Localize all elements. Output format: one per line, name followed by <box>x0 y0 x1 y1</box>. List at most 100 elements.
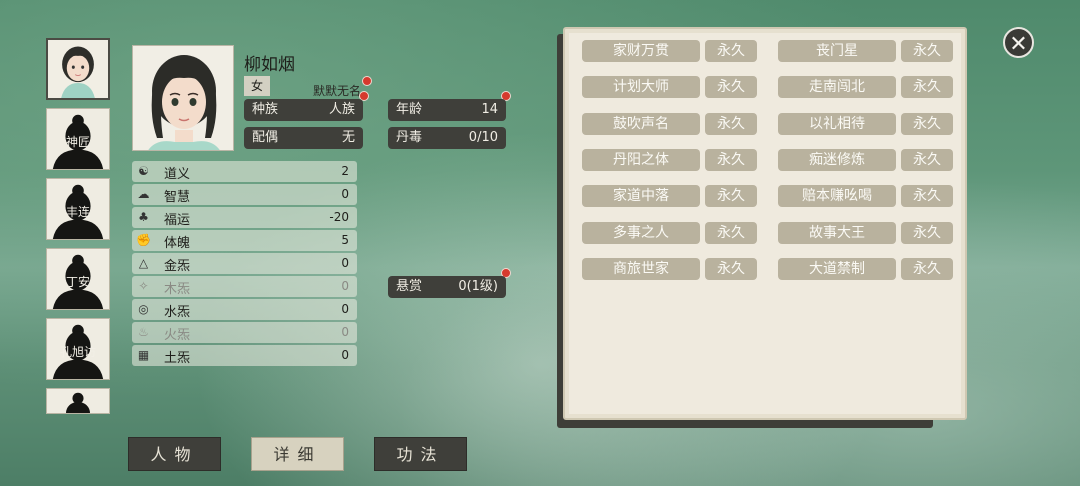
trait-duration: 永久 <box>901 185 953 207</box>
character-face-icon <box>133 46 233 150</box>
trait-duration: 永久 <box>705 222 757 244</box>
notification-dot <box>362 76 372 86</box>
trait-name[interactable]: 鼓吹声名 <box>582 113 700 135</box>
trait-name[interactable]: 家道中落 <box>582 185 700 207</box>
stat-value: 0 <box>341 325 349 339</box>
sidebar-character[interactable]: 孔旭访 <box>46 318 110 380</box>
bounty-field: 悬赏 0(1级) <box>388 276 506 298</box>
trait-duration: 永久 <box>901 40 953 62</box>
stat-label: 福运 <box>164 213 191 228</box>
race-field: 种族 人族 <box>244 99 363 121</box>
trait-duration: 永久 <box>705 185 757 207</box>
trait-duration: 永久 <box>901 76 953 98</box>
reputation-title: 默默无名 <box>313 84 362 98</box>
close-icon: ✕ <box>1009 32 1028 57</box>
trait-name[interactable]: 家财万贯 <box>582 40 700 62</box>
tab-skills[interactable]: 功法 <box>374 437 467 471</box>
stat-row: ◎ 水炁 0 <box>132 299 357 320</box>
stat-row: ✧ 木炁 0 <box>132 276 357 297</box>
fist-icon: ✊ <box>136 233 151 247</box>
trait-name[interactable]: 故事大王 <box>778 222 896 244</box>
earth-icon: ▦ <box>137 348 150 362</box>
character-silhouette-icon <box>48 389 108 413</box>
sidebar-character-name: 丰连 <box>65 205 90 219</box>
sidebar-character[interactable]: 神匠 <box>46 108 110 170</box>
close-button[interactable]: ✕ <box>1003 27 1034 58</box>
trait-name[interactable]: 丧门星 <box>778 40 896 62</box>
age-field: 年龄 14 <box>388 99 506 121</box>
stat-row: ☁ 智慧 0 <box>132 184 357 205</box>
stat-value: 0 <box>341 302 349 316</box>
stat-row: ▦ 土炁 0 <box>132 345 357 366</box>
trait-name[interactable]: 以礼相待 <box>778 113 896 135</box>
clover-icon: ♣ <box>138 210 149 224</box>
trait-duration: 永久 <box>705 258 757 280</box>
spouse-value: 无 <box>341 130 355 145</box>
sidebar-character-name: 丁安 <box>65 275 90 289</box>
trait-name[interactable]: 计划大师 <box>582 76 700 98</box>
gender-tag: 女 <box>244 76 270 96</box>
trait-name[interactable]: 丹阳之体 <box>582 149 700 171</box>
stat-label: 金炁 <box>164 259 191 274</box>
stat-value: 2 <box>341 164 349 178</box>
stat-label: 体魄 <box>164 236 191 251</box>
sidebar-character[interactable]: 丰连 <box>46 178 110 240</box>
pill-poison-value: 0/10 <box>468 130 498 145</box>
stat-row: ☯ 道义 2 <box>132 161 357 182</box>
trait-name[interactable]: 大道禁制 <box>778 258 896 280</box>
trait-duration: 永久 <box>705 40 757 62</box>
trait-duration: 永久 <box>901 113 953 135</box>
stat-label: 土炁 <box>164 351 191 366</box>
pill-poison-field: 丹毒 0/10 <box>388 127 506 149</box>
race-label: 种族 <box>252 102 279 117</box>
stat-value: 0 <box>341 187 349 201</box>
bounty-value: 0(1级) <box>458 279 498 294</box>
sidebar-character[interactable]: 丁安 <box>46 248 110 310</box>
brain-icon: ☁ <box>137 187 150 201</box>
sidebar-character-name: 孔旭访 <box>59 345 96 359</box>
trait-duration: 永久 <box>901 222 953 244</box>
character-portrait <box>132 45 234 151</box>
bounty-label: 悬赏 <box>396 279 423 294</box>
yin-yang-icon: ☯ <box>138 164 149 178</box>
stat-label: 智慧 <box>164 190 191 205</box>
stat-row: ♨ 火炁 0 <box>132 322 357 343</box>
trait-name[interactable]: 商旅世家 <box>582 258 700 280</box>
stat-value: 0 <box>341 256 349 270</box>
stat-label: 水炁 <box>164 305 191 320</box>
stat-value: 5 <box>341 233 349 247</box>
trait-name[interactable]: 赔本赚吆喝 <box>778 185 896 207</box>
stat-label: 木炁 <box>164 282 191 297</box>
sidebar-character[interactable] <box>46 388 110 414</box>
age-value: 14 <box>481 102 498 117</box>
character-portrait-icon <box>48 40 108 98</box>
stat-label: 火炁 <box>164 328 191 343</box>
fire-icon: ♨ <box>138 325 149 339</box>
stat-row: ✊ 体魄 5 <box>132 230 357 251</box>
trait-name[interactable]: 痴迷修炼 <box>778 149 896 171</box>
trait-duration: 永久 <box>705 76 757 98</box>
race-value: 人族 <box>328 102 355 117</box>
sidebar-character-selected[interactable] <box>46 38 110 100</box>
trait-name[interactable]: 多事之人 <box>582 222 700 244</box>
stat-value: 0 <box>341 279 349 293</box>
tab-details[interactable]: 详细 <box>251 437 344 471</box>
stat-row: ♣ 福运 -20 <box>132 207 357 228</box>
stat-row: △ 金炁 0 <box>132 253 357 274</box>
spouse-field: 配偶 无 <box>244 127 363 149</box>
trait-duration: 永久 <box>705 149 757 171</box>
wood-icon: ✧ <box>138 279 149 293</box>
trait-duration: 永久 <box>705 113 757 135</box>
metal-icon: △ <box>138 256 149 270</box>
tab-character[interactable]: 人物 <box>128 437 221 471</box>
trait-duration: 永久 <box>901 149 953 171</box>
water-icon: ◎ <box>138 302 149 316</box>
spouse-label: 配偶 <box>252 130 279 145</box>
age-label: 年龄 <box>396 102 423 117</box>
trait-name[interactable]: 走南闯北 <box>778 76 896 98</box>
character-name: 柳如烟 <box>244 55 295 75</box>
stat-value: -20 <box>329 210 349 224</box>
stat-value: 0 <box>341 348 349 362</box>
sidebar-character-name: 神匠 <box>65 135 90 149</box>
stat-label: 道义 <box>164 167 191 182</box>
